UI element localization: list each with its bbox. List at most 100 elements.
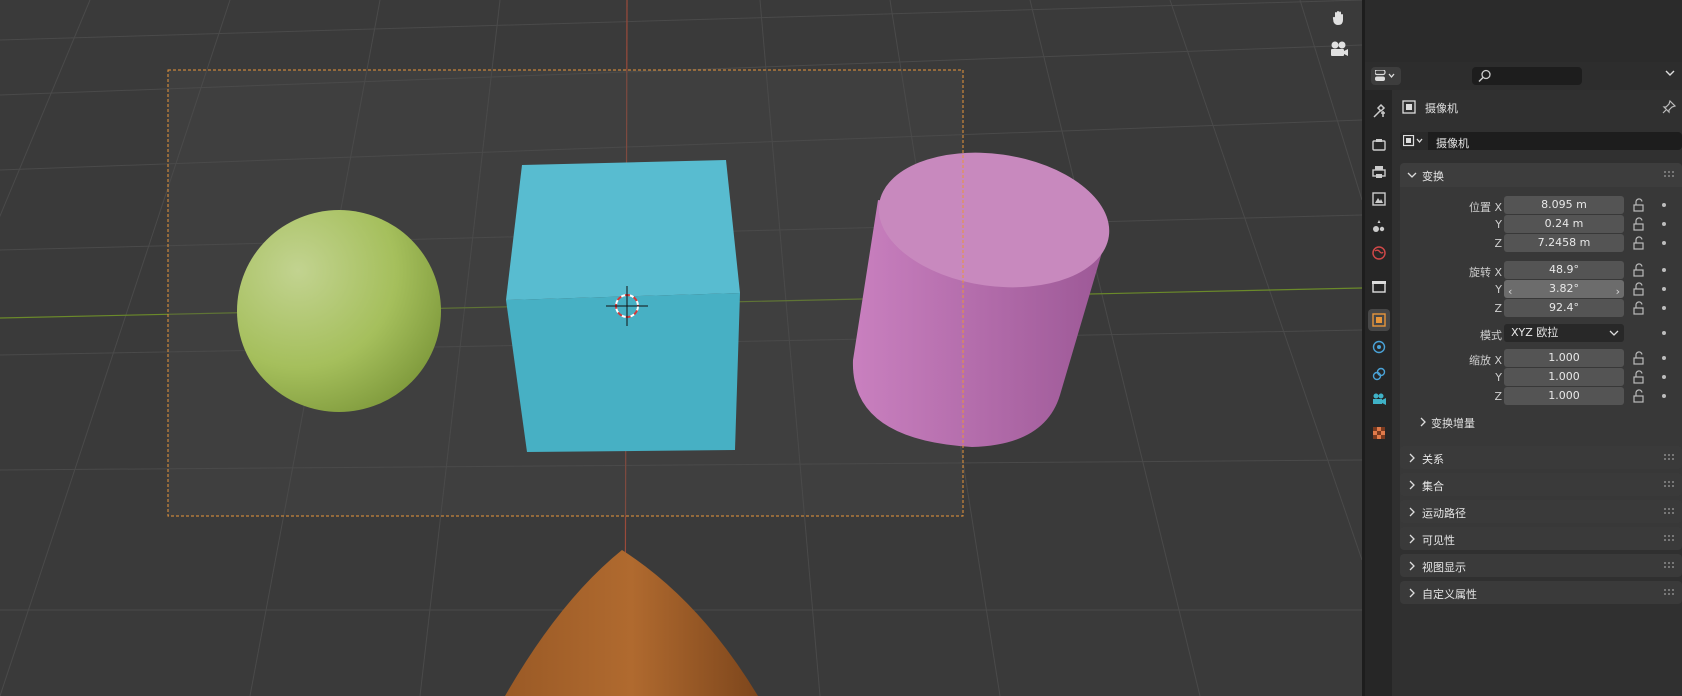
- object-data-tab[interactable]: [1368, 388, 1390, 410]
- header-options-chevron-icon[interactable]: [1664, 68, 1676, 78]
- scene-icon: [1373, 220, 1385, 232]
- physics-icon: [1372, 340, 1386, 354]
- properties-tab-bar: [1365, 90, 1392, 696]
- object-browse-dropdown[interactable]: [1400, 132, 1428, 150]
- properties-editor: 摄像机 摄像机 变换 位置 X 8.095 m Y 0.24 m Z 7.245…: [1365, 0, 1682, 696]
- chevron-right-icon: [1409, 534, 1415, 544]
- sphere-object[interactable]: [237, 210, 441, 412]
- keyframe-dot[interactable]: [1662, 375, 1666, 379]
- keyframe-dot[interactable]: [1662, 394, 1666, 398]
- lock-icon[interactable]: [1632, 389, 1646, 403]
- collections-panel-header[interactable]: 集合: [1400, 473, 1682, 496]
- custom-properties-panel-header[interactable]: 自定义属性: [1400, 581, 1682, 604]
- scene-tab[interactable]: [1368, 215, 1390, 237]
- physics-tab[interactable]: [1368, 336, 1390, 358]
- keyframe-dot[interactable]: [1662, 268, 1666, 272]
- render-icon: [1372, 139, 1386, 151]
- scale-y-field[interactable]: 1.000: [1504, 368, 1624, 386]
- world-tab[interactable]: [1368, 242, 1390, 264]
- view-layer-icon: [1372, 192, 1386, 206]
- drag-grip-icon[interactable]: [1664, 481, 1676, 487]
- chevron-down-icon: [1609, 330, 1619, 336]
- rotation-z-field[interactable]: 92.4°: [1504, 299, 1624, 317]
- drag-grip-icon[interactable]: [1664, 562, 1676, 568]
- visibility-panel-header[interactable]: 可见性: [1400, 527, 1682, 550]
- keyframe-dot[interactable]: [1662, 287, 1666, 291]
- delta-transform-title: 变换增量: [1431, 417, 1475, 430]
- transform-panel-header[interactable]: 变换: [1400, 163, 1682, 187]
- location-x-field[interactable]: 8.095 m: [1504, 196, 1624, 214]
- keyframe-dot[interactable]: [1662, 222, 1666, 226]
- lock-icon[interactable]: [1632, 263, 1646, 277]
- properties-search-input[interactable]: [1472, 67, 1582, 85]
- delta-transform-subpanel-header[interactable]: 变换增量: [1400, 411, 1682, 433]
- location-y-label: Y: [1495, 218, 1502, 231]
- pin-icon[interactable]: [1662, 100, 1676, 114]
- chevron-down-icon: [1407, 172, 1417, 178]
- chevron-right-icon: [1409, 507, 1415, 517]
- drag-grip-icon[interactable]: [1664, 589, 1676, 595]
- lock-icon[interactable]: [1632, 236, 1646, 250]
- viewport-scene: [0, 0, 1362, 696]
- texture-icon: [1373, 427, 1385, 439]
- rotation-x-label: 旋转 X: [1468, 266, 1502, 279]
- rotation-x-row: 旋转 X 48.9°: [1400, 261, 1682, 279]
- object-tab[interactable]: [1368, 309, 1390, 331]
- lock-icon[interactable]: [1632, 282, 1646, 296]
- cylinder-object[interactable]: [852, 138, 1118, 447]
- texture-tab[interactable]: [1368, 422, 1390, 444]
- lock-icon[interactable]: [1632, 301, 1646, 315]
- drag-grip-icon[interactable]: [1664, 171, 1676, 177]
- transform-panel-title: 变换: [1422, 170, 1444, 183]
- rotation-mode-label: 模式: [1480, 329, 1502, 342]
- scale-z-field[interactable]: 1.000: [1504, 387, 1624, 405]
- scale-x-field[interactable]: 1.000: [1504, 349, 1624, 367]
- drag-grip-icon[interactable]: [1664, 535, 1676, 541]
- 3d-viewport[interactable]: [0, 0, 1362, 696]
- location-z-field[interactable]: 7.2458 m: [1504, 234, 1624, 252]
- hand-pan-icon[interactable]: [1327, 6, 1351, 30]
- relations-panel-header[interactable]: 关系: [1400, 446, 1682, 469]
- rotation-z-row: Z 92.4°: [1400, 299, 1682, 317]
- cone-object[interactable]: [505, 550, 758, 696]
- render-tab[interactable]: [1368, 134, 1390, 156]
- chevron-right-icon: [1409, 453, 1415, 463]
- keyframe-dot[interactable]: [1662, 356, 1666, 360]
- keyframe-dot[interactable]: [1662, 241, 1666, 245]
- keyframe-dot[interactable]: [1662, 306, 1666, 310]
- tool-tab[interactable]: [1368, 100, 1390, 122]
- properties-content: 摄像机 摄像机 变换 位置 X 8.095 m Y 0.24 m Z 7.245…: [1392, 90, 1682, 696]
- world-icon: [1372, 246, 1386, 260]
- object-name-field[interactable]: 摄像机: [1400, 132, 1682, 150]
- object-browse-icon: [1403, 135, 1423, 147]
- visibility-panel-title: 可见性: [1422, 534, 1455, 547]
- rotation-y-label: Y: [1495, 283, 1502, 296]
- constraints-tab[interactable]: [1368, 363, 1390, 385]
- rotation-mode-select[interactable]: XYZ 欧拉: [1504, 324, 1624, 342]
- scale-y-label: Y: [1495, 371, 1502, 384]
- output-icon: [1372, 166, 1386, 178]
- view-layer-tab[interactable]: [1368, 188, 1390, 210]
- collection-tab[interactable]: [1368, 276, 1390, 298]
- lock-icon[interactable]: [1632, 217, 1646, 231]
- search-icon: [1478, 69, 1491, 83]
- viewport-display-panel-header[interactable]: 视图显示: [1400, 554, 1682, 577]
- viewport-display-panel-title: 视图显示: [1422, 561, 1466, 574]
- rotation-y-field[interactable]: ‹ 3.82° ›: [1504, 280, 1624, 298]
- relations-panel-title: 关系: [1422, 453, 1444, 466]
- location-y-field[interactable]: 0.24 m: [1504, 215, 1624, 233]
- drag-grip-icon[interactable]: [1664, 508, 1676, 514]
- lock-icon[interactable]: [1632, 351, 1646, 365]
- keyframe-dot[interactable]: [1662, 203, 1666, 207]
- camera-view-icon[interactable]: [1327, 37, 1351, 61]
- output-tab[interactable]: [1368, 161, 1390, 183]
- editor-type-button[interactable]: [1371, 67, 1401, 85]
- keyframe-dot[interactable]: [1662, 331, 1666, 335]
- drag-grip-icon[interactable]: [1664, 454, 1676, 460]
- context-object-name: 摄像机: [1425, 102, 1458, 115]
- lock-icon[interactable]: [1632, 198, 1646, 212]
- location-x-label: 位置 X: [1468, 201, 1502, 214]
- lock-icon[interactable]: [1632, 370, 1646, 384]
- rotation-x-field[interactable]: 48.9°: [1504, 261, 1624, 279]
- motion-paths-panel-header[interactable]: 运动路径: [1400, 500, 1682, 523]
